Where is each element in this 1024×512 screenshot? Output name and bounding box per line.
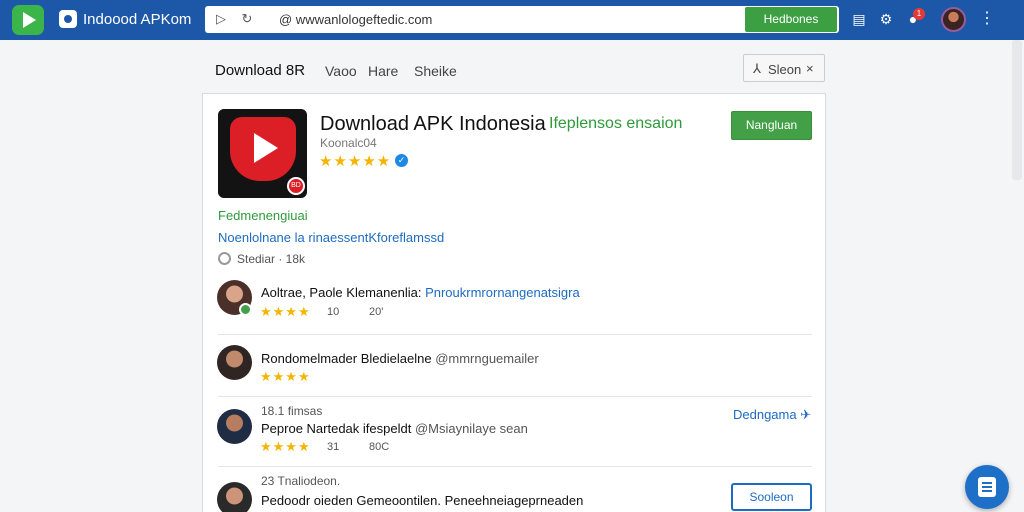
review-stars: ★★★★ xyxy=(260,369,311,384)
app-rating-stars: ★★★★★ xyxy=(319,153,392,170)
divider xyxy=(218,466,812,467)
gear-icon[interactable]: ⚙ xyxy=(877,10,895,28)
address-bar[interactable]: ▷ ↻ @ wwwanlologeftedic.com xyxy=(205,6,839,33)
scrollbar[interactable] xyxy=(1012,40,1022,180)
notification-badge: 1 xyxy=(913,8,925,20)
reviewer-handle[interactable]: @Msiaynilaye sean xyxy=(415,421,528,436)
play-shield-icon xyxy=(230,117,296,181)
url-text[interactable]: @ wwwanlologeftedic.com xyxy=(279,12,432,27)
reload-icon[interactable]: ↻ xyxy=(239,11,255,27)
play-logo-icon[interactable] xyxy=(12,5,44,35)
review-action-label: Sooleon xyxy=(749,490,794,504)
reviewer-avatar[interactable] xyxy=(217,345,252,380)
url-action-button[interactable]: Hedbones xyxy=(745,7,837,32)
reviewer-avatar[interactable] xyxy=(217,409,252,444)
close-icon[interactable]: × xyxy=(806,61,814,76)
pin-icon: ✈ xyxy=(800,407,812,422)
review-date: 23 Tnaliodeon. xyxy=(261,474,341,488)
app-icon-badge: BD xyxy=(287,177,305,195)
reviewer-handle[interactable]: @mmrnguemailer xyxy=(435,351,539,366)
reviewer-name: Peproe Nartedak ifespeldt @Msiaynilaye s… xyxy=(261,421,528,436)
nav-link-3[interactable]: Sheike xyxy=(414,63,457,79)
nav-link-1[interactable]: Vaoo xyxy=(325,63,357,79)
review-meta-count: 10 xyxy=(327,306,340,318)
review-action-link[interactable]: Dedngama ✈ xyxy=(733,407,811,423)
app-tagline[interactable]: Ifeplensos ensaion xyxy=(549,115,682,133)
reviewer-name-text: Peproe Nartedak ifespeldt xyxy=(261,421,412,436)
review-stars: ★★★★ xyxy=(260,304,311,319)
divider xyxy=(218,396,812,397)
url-action-label: Hedbones xyxy=(763,12,819,26)
review-meta-value: 20' xyxy=(369,306,384,318)
app-title: Download APK Indonesia xyxy=(320,113,546,135)
divider xyxy=(218,334,812,335)
install-label: Nangluan xyxy=(745,118,798,132)
app-developer[interactable]: Koonalc04 xyxy=(320,136,377,150)
search-label: Sleon xyxy=(768,62,802,77)
reviewer-avatar[interactable] xyxy=(217,482,252,512)
app-stats: Stediar · 18k xyxy=(237,252,306,266)
clock-icon xyxy=(218,252,231,265)
review-action-button[interactable]: Sooleon xyxy=(731,483,812,511)
reviewer-tag[interactable]: Pnroukrmrornangenatsigra xyxy=(425,285,580,300)
nav-link-2[interactable]: Hare xyxy=(368,63,398,79)
reviewer-name: Aoltrae, Paole Klemanenlia: Pnroukrmrorn… xyxy=(261,285,580,300)
reviewer-name: Pedoodr oieden Gemeoontilen. Peneehneiag… xyxy=(261,493,584,508)
review-date: 18.1 fimsas xyxy=(261,404,323,418)
more-menu-icon[interactable]: ⋮ xyxy=(978,10,996,28)
page-title: Download 8R xyxy=(215,62,306,79)
reviewer-highlight: Klemanenlia: xyxy=(346,285,422,300)
brand-name[interactable]: Indoood APKom xyxy=(83,11,191,28)
search-button[interactable]: ⅄ Sleon × xyxy=(743,54,825,82)
reviewer-name: Rondomelmader Bledielaelne @mmrnguemaile… xyxy=(261,351,539,366)
chat-fab-button[interactable] xyxy=(965,465,1009,509)
app-detail-card: BD Download APK Indonesia Ifeplensos ens… xyxy=(202,93,826,512)
review-stars: ★★★★ xyxy=(260,439,311,454)
install-button[interactable]: Nangluan xyxy=(731,111,812,140)
user-avatar[interactable] xyxy=(941,7,966,32)
store-icon xyxy=(59,10,77,28)
document-icon[interactable]: ▤ xyxy=(850,10,868,28)
app-category[interactable]: Fedmenengiuai xyxy=(218,208,308,223)
forward-icon[interactable]: ▷ xyxy=(213,11,229,27)
online-status-icon xyxy=(239,303,252,316)
review-meta-count: 31 xyxy=(327,441,340,453)
secondary-nav: Download 8R Vaoo Hare Sheike ⅄ Sleon × xyxy=(0,40,1024,100)
verified-icon: ✓ xyxy=(395,154,408,167)
app-logo-icon: BD xyxy=(218,109,307,198)
reviewer-name-text: Rondomelmader Bledielaelne xyxy=(261,351,432,366)
review-action-label: Dedngama xyxy=(733,407,797,422)
review-meta-value: 80C xyxy=(369,441,390,453)
reviewer-name-text: Aoltrae, Paole xyxy=(261,285,343,300)
search-icon: ⅄ xyxy=(753,61,761,76)
top-navbar: Indoood APKom ▷ ↻ @ wwwanlologeftedic.co… xyxy=(0,0,1024,40)
app-description[interactable]: Noenlolnane la rinaessentKforeflamssd xyxy=(218,230,444,245)
